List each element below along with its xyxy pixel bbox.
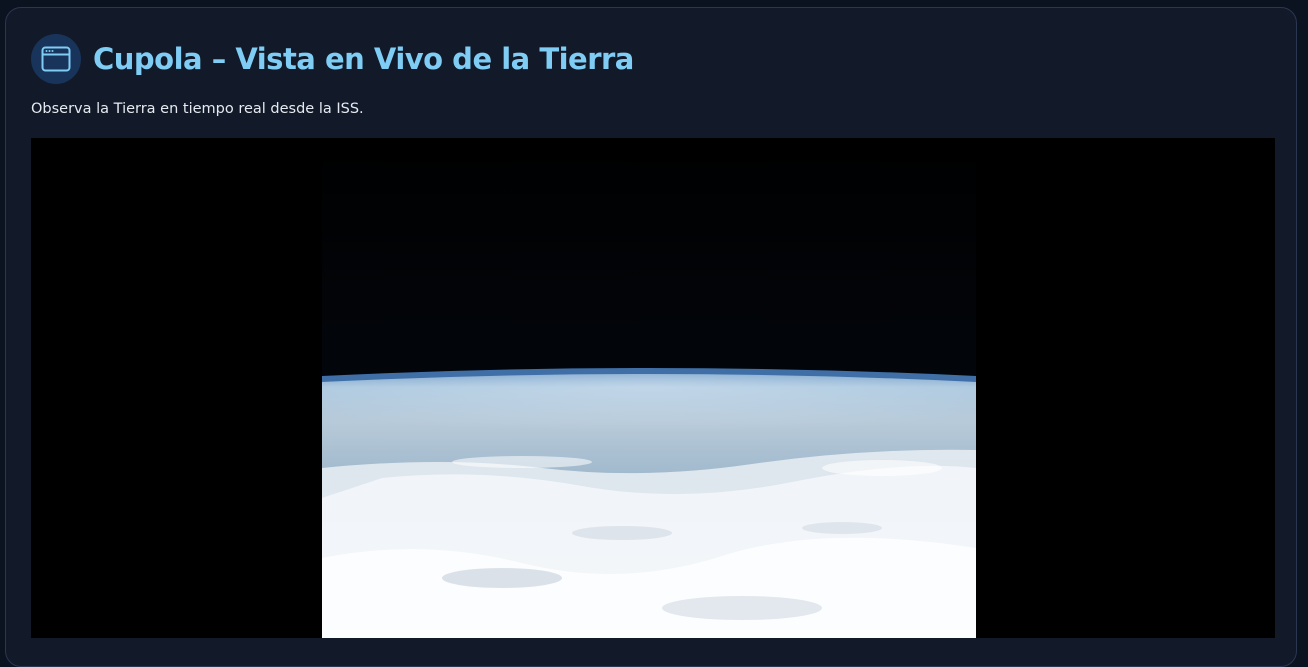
earth-live-feed — [322, 138, 976, 638]
live-video-player[interactable] — [31, 138, 1275, 638]
page-title: Cupola – Vista en Vivo de la Tierra — [93, 42, 634, 76]
cupola-panel: Cupola – Vista en Vivo de la Tierra Obse… — [5, 7, 1297, 667]
browser-window-icon — [31, 34, 81, 84]
panel-header: Cupola – Vista en Vivo de la Tierra — [31, 34, 634, 84]
page-subtitle: Observa la Tierra en tiempo real desde l… — [31, 101, 364, 117]
